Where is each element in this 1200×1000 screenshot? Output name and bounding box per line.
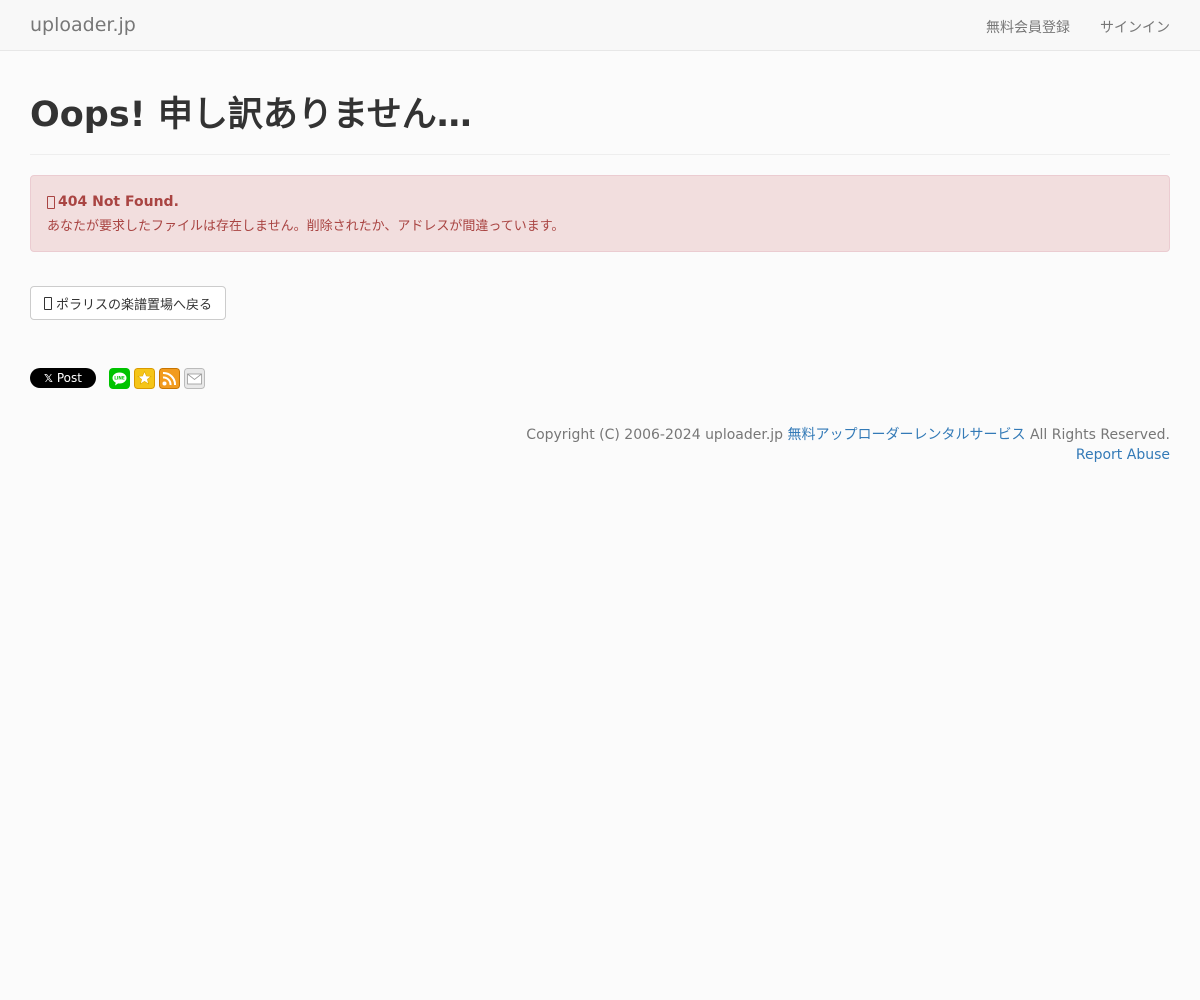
brand-link[interactable]: uploader.jp bbox=[30, 14, 136, 36]
copyright-text: Copyright (C) 2006-2024 uploader.jp bbox=[526, 427, 784, 443]
page-title: Oops! 申し訳ありません… bbox=[30, 95, 472, 135]
warning-icon bbox=[47, 196, 55, 209]
footer: Copyright (C) 2006-2024 uploader.jp 無料アッ… bbox=[526, 425, 1170, 465]
line-icon[interactable]: LINE bbox=[109, 367, 130, 389]
page-header: Oops! 申し訳ありません… bbox=[30, 92, 1170, 155]
rights-text: All Rights Reserved. bbox=[1029, 427, 1170, 443]
bookmark-star-icon[interactable] bbox=[134, 367, 155, 389]
social-share-bar: 𝕏 Post LINE bbox=[30, 367, 209, 389]
service-link[interactable]: 無料アップローダーレンタルサービス bbox=[788, 427, 1026, 443]
navbar-links: 無料会員登録 サインイン bbox=[986, 17, 1170, 37]
x-post-button[interactable]: 𝕏 Post bbox=[30, 368, 96, 388]
nav-signup-link[interactable]: 無料会員登録 bbox=[986, 17, 1070, 37]
navbar: uploader.jp 無料会員登録 サインイン bbox=[0, 0, 1200, 51]
alert-title: 404 Not Found. bbox=[58, 194, 179, 210]
error-alert: 404 Not Found. あなたが要求したファイルは存在しません。削除された… bbox=[30, 175, 1170, 252]
x-logo-icon: 𝕏 bbox=[44, 371, 53, 385]
report-abuse-link[interactable]: Report Abuse bbox=[1076, 447, 1170, 463]
x-post-label: Post bbox=[56, 371, 82, 385]
svg-text:LINE: LINE bbox=[114, 375, 125, 380]
mail-icon[interactable] bbox=[184, 367, 205, 389]
back-button-label: ポラリスの楽譜置場へ戻る bbox=[56, 297, 213, 313]
back-arrow-icon bbox=[44, 297, 52, 310]
nav-signin-link[interactable]: サインイン bbox=[1100, 17, 1170, 37]
alert-message: あなたが要求したファイルは存在しません。削除されたか、アドレスが間違っています。 bbox=[47, 219, 565, 234]
footer-report-line: Report Abuse bbox=[526, 445, 1170, 465]
back-button[interactable]: ポラリスの楽譜置場へ戻る bbox=[30, 286, 227, 320]
footer-copyright-line: Copyright (C) 2006-2024 uploader.jp 無料アッ… bbox=[526, 425, 1170, 445]
alert-title-row: 404 Not Found. bbox=[47, 193, 1153, 211]
rss-icon[interactable] bbox=[159, 367, 180, 389]
